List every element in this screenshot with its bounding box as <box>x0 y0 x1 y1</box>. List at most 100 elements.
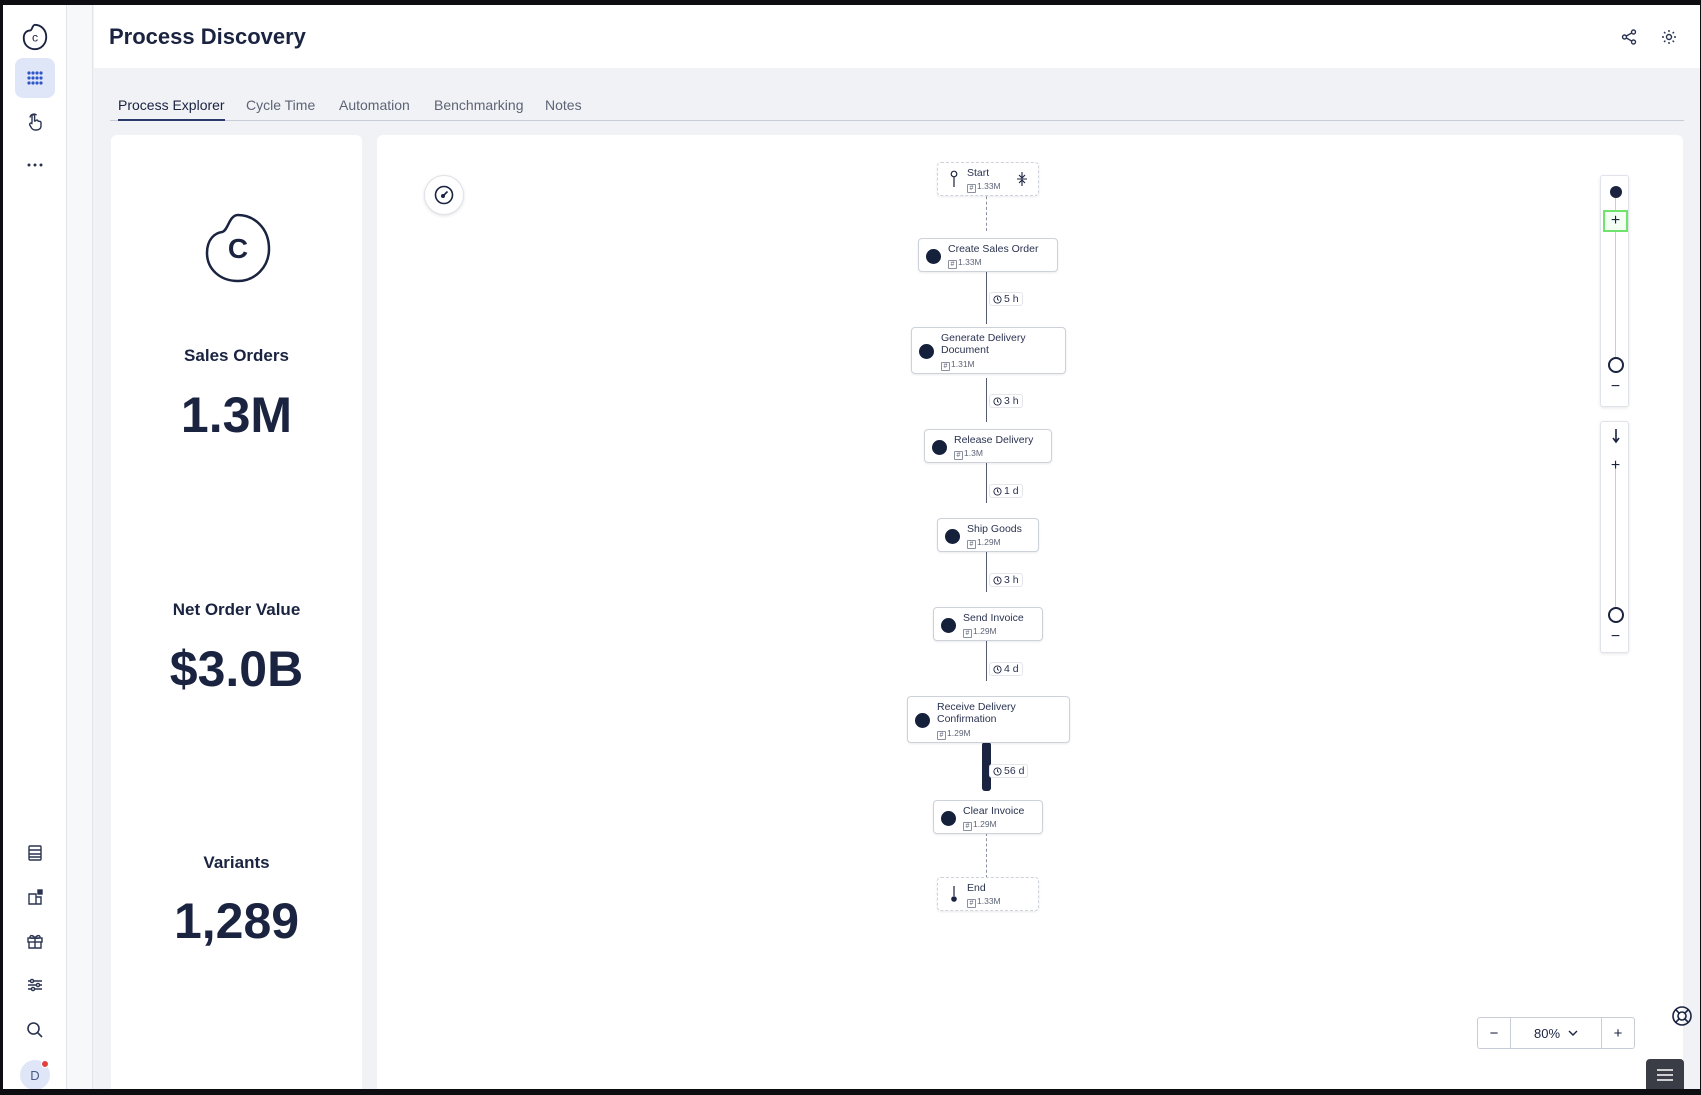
company-logo: C <box>205 213 271 283</box>
avatar-initial: D <box>30 1067 40 1083</box>
connections-minus-button[interactable]: − <box>1603 626 1628 648</box>
tab-cycle-time[interactable]: Cycle Time <box>246 97 315 121</box>
more-horizontal-icon[interactable] <box>15 145 55 185</box>
start-pin-icon <box>950 170 958 187</box>
kpi-label-sales-orders: Sales Orders <box>184 346 289 365</box>
process-node-start[interactable]: Start #1.33M <box>937 162 1039 196</box>
node-bullet <box>915 713 930 728</box>
dashboard-add-icon[interactable] <box>15 877 55 917</box>
node-name: Create Sales Order <box>948 243 1039 255</box>
process-node-release-delivery[interactable]: Release Delivery #1.3M <box>924 429 1052 463</box>
search-icon[interactable] <box>15 1010 55 1050</box>
duration-label: 4 d <box>989 662 1023 676</box>
duration-label: 56 d <box>989 764 1029 778</box>
clock-icon <box>993 664 1002 674</box>
activities-plus-button[interactable]: + <box>1603 210 1628 232</box>
edge <box>986 266 987 324</box>
tab-bar: Process Explorer Cycle Time Automation B… <box>110 85 1684 121</box>
process-node-ship-goods[interactable]: Ship Goods #1.29M <box>937 518 1039 552</box>
sliders-icon[interactable] <box>15 965 55 1005</box>
hand-pointer-icon[interactable] <box>15 102 55 142</box>
edge <box>986 378 987 422</box>
collapse-icon[interactable] <box>1016 171 1028 187</box>
zoom-out-button[interactable]: − <box>1478 1018 1510 1048</box>
hamburger-menu-button[interactable] <box>1646 1059 1684 1089</box>
kpi-label-net-order-value: Net Order Value <box>172 600 301 619</box>
clock-icon <box>993 575 1002 585</box>
page-title: Process Discovery <box>109 24 306 49</box>
connections-slider-handle[interactable] <box>1603 604 1628 626</box>
zoom-level-select[interactable]: 80% <box>1510 1018 1602 1048</box>
connections-plus-button[interactable]: + <box>1603 455 1628 477</box>
node-bullet <box>926 249 941 264</box>
end-pin-icon <box>951 886 957 902</box>
node-count: #1.29M <box>963 626 997 638</box>
page-header: Process Discovery <box>94 5 1700 68</box>
node-name: Start <box>967 167 990 179</box>
svg-text:c: c <box>32 31 38 45</box>
process-canvas[interactable]: Start #1.33M Create Sales Order #1.33M G… <box>377 135 1683 1089</box>
edge-end <box>986 833 987 878</box>
node-name: Release Delivery <box>954 434 1034 446</box>
clock-icon <box>993 294 1002 304</box>
edge <box>986 546 987 592</box>
activities-minus-button[interactable]: − <box>1603 376 1628 398</box>
apps-grid-icon[interactable] <box>15 58 55 98</box>
node-name: Generate Delivery Document <box>941 332 1026 356</box>
settings-gear-icon[interactable] <box>1657 25 1681 49</box>
activities-slider[interactable]: + − <box>1600 175 1629 407</box>
node-name: Clear Invoice <box>963 805 1025 817</box>
process-node-generate-delivery-document[interactable]: Generate Delivery Document #1.31M <box>911 327 1066 374</box>
kpi-value-net-order-value: $3.0B <box>169 641 304 697</box>
kpi-label-variants: Variants <box>203 853 270 872</box>
zoom-in-button[interactable]: + <box>1602 1018 1634 1048</box>
chevron-down-icon <box>1568 1030 1578 1036</box>
node-bullet <box>941 618 956 633</box>
tab-notes[interactable]: Notes <box>545 97 582 121</box>
tab-automation[interactable]: Automation <box>339 97 410 121</box>
hamburger-icon <box>1657 1069 1673 1081</box>
kpi-panel: C Sales Orders 1.3M Net Order Value $3.0… <box>111 135 362 1089</box>
node-count: #1.33M <box>948 257 982 269</box>
edge-start <box>986 191 987 231</box>
process-node-clear-invoice[interactable]: Clear Invoice #1.29M <box>933 800 1043 834</box>
duration-label: 1 d <box>989 484 1023 498</box>
duration-label: 5 h <box>989 292 1023 306</box>
node-count: #1.3M <box>954 448 983 460</box>
node-name: Send Invoice <box>963 612 1024 624</box>
secondary-rail <box>67 5 93 1089</box>
kpi-value-variants: 1,289 <box>173 893 300 949</box>
kpi-value-sales-orders: 1.3M <box>180 387 293 443</box>
help-lifebuoy-icon[interactable] <box>1670 1004 1694 1028</box>
node-name: Receive Delivery Confirmation <box>937 701 1016 725</box>
process-node-send-invoice[interactable]: Send Invoice #1.29M <box>933 607 1043 641</box>
user-avatar[interactable]: D <box>20 1060 50 1089</box>
logo-icon[interactable]: c <box>15 17 55 57</box>
connection-arrow-icon <box>1603 425 1628 447</box>
process-node-create-sales-order[interactable]: Create Sales Order #1.33M <box>918 238 1058 272</box>
compass-reset-view-button[interactable] <box>424 175 464 215</box>
process-node-receive-delivery-confirmation[interactable]: Receive Delivery Confirmation #1.29M <box>907 696 1070 743</box>
node-name: Ship Goods <box>967 523 1022 535</box>
process-node-end[interactable]: End #1.33M <box>937 877 1039 911</box>
slider-track <box>1615 467 1616 617</box>
activities-slider-handle[interactable] <box>1603 354 1628 376</box>
gift-icon[interactable] <box>15 921 55 961</box>
share-icon[interactable] <box>1617 25 1641 49</box>
duration-label: 3 h <box>989 394 1023 408</box>
node-bullet <box>941 811 956 826</box>
app-window: c D Process Discovery Process Explorer C… <box>3 5 1700 1089</box>
connections-slider[interactable]: + − <box>1600 421 1629 653</box>
edge <box>986 635 987 681</box>
table-icon[interactable] <box>15 833 55 873</box>
clock-icon <box>993 396 1002 406</box>
node-count: #1.31M <box>941 359 975 371</box>
tab-benchmarking[interactable]: Benchmarking <box>434 97 524 121</box>
zoom-level: 80% <box>1533 1025 1561 1041</box>
notification-dot <box>41 1060 49 1068</box>
node-bullet <box>945 529 960 544</box>
clock-icon <box>993 766 1002 776</box>
clock-icon <box>993 486 1002 496</box>
tab-process-explorer[interactable]: Process Explorer <box>118 97 225 121</box>
activity-dot-icon <box>1603 181 1628 203</box>
